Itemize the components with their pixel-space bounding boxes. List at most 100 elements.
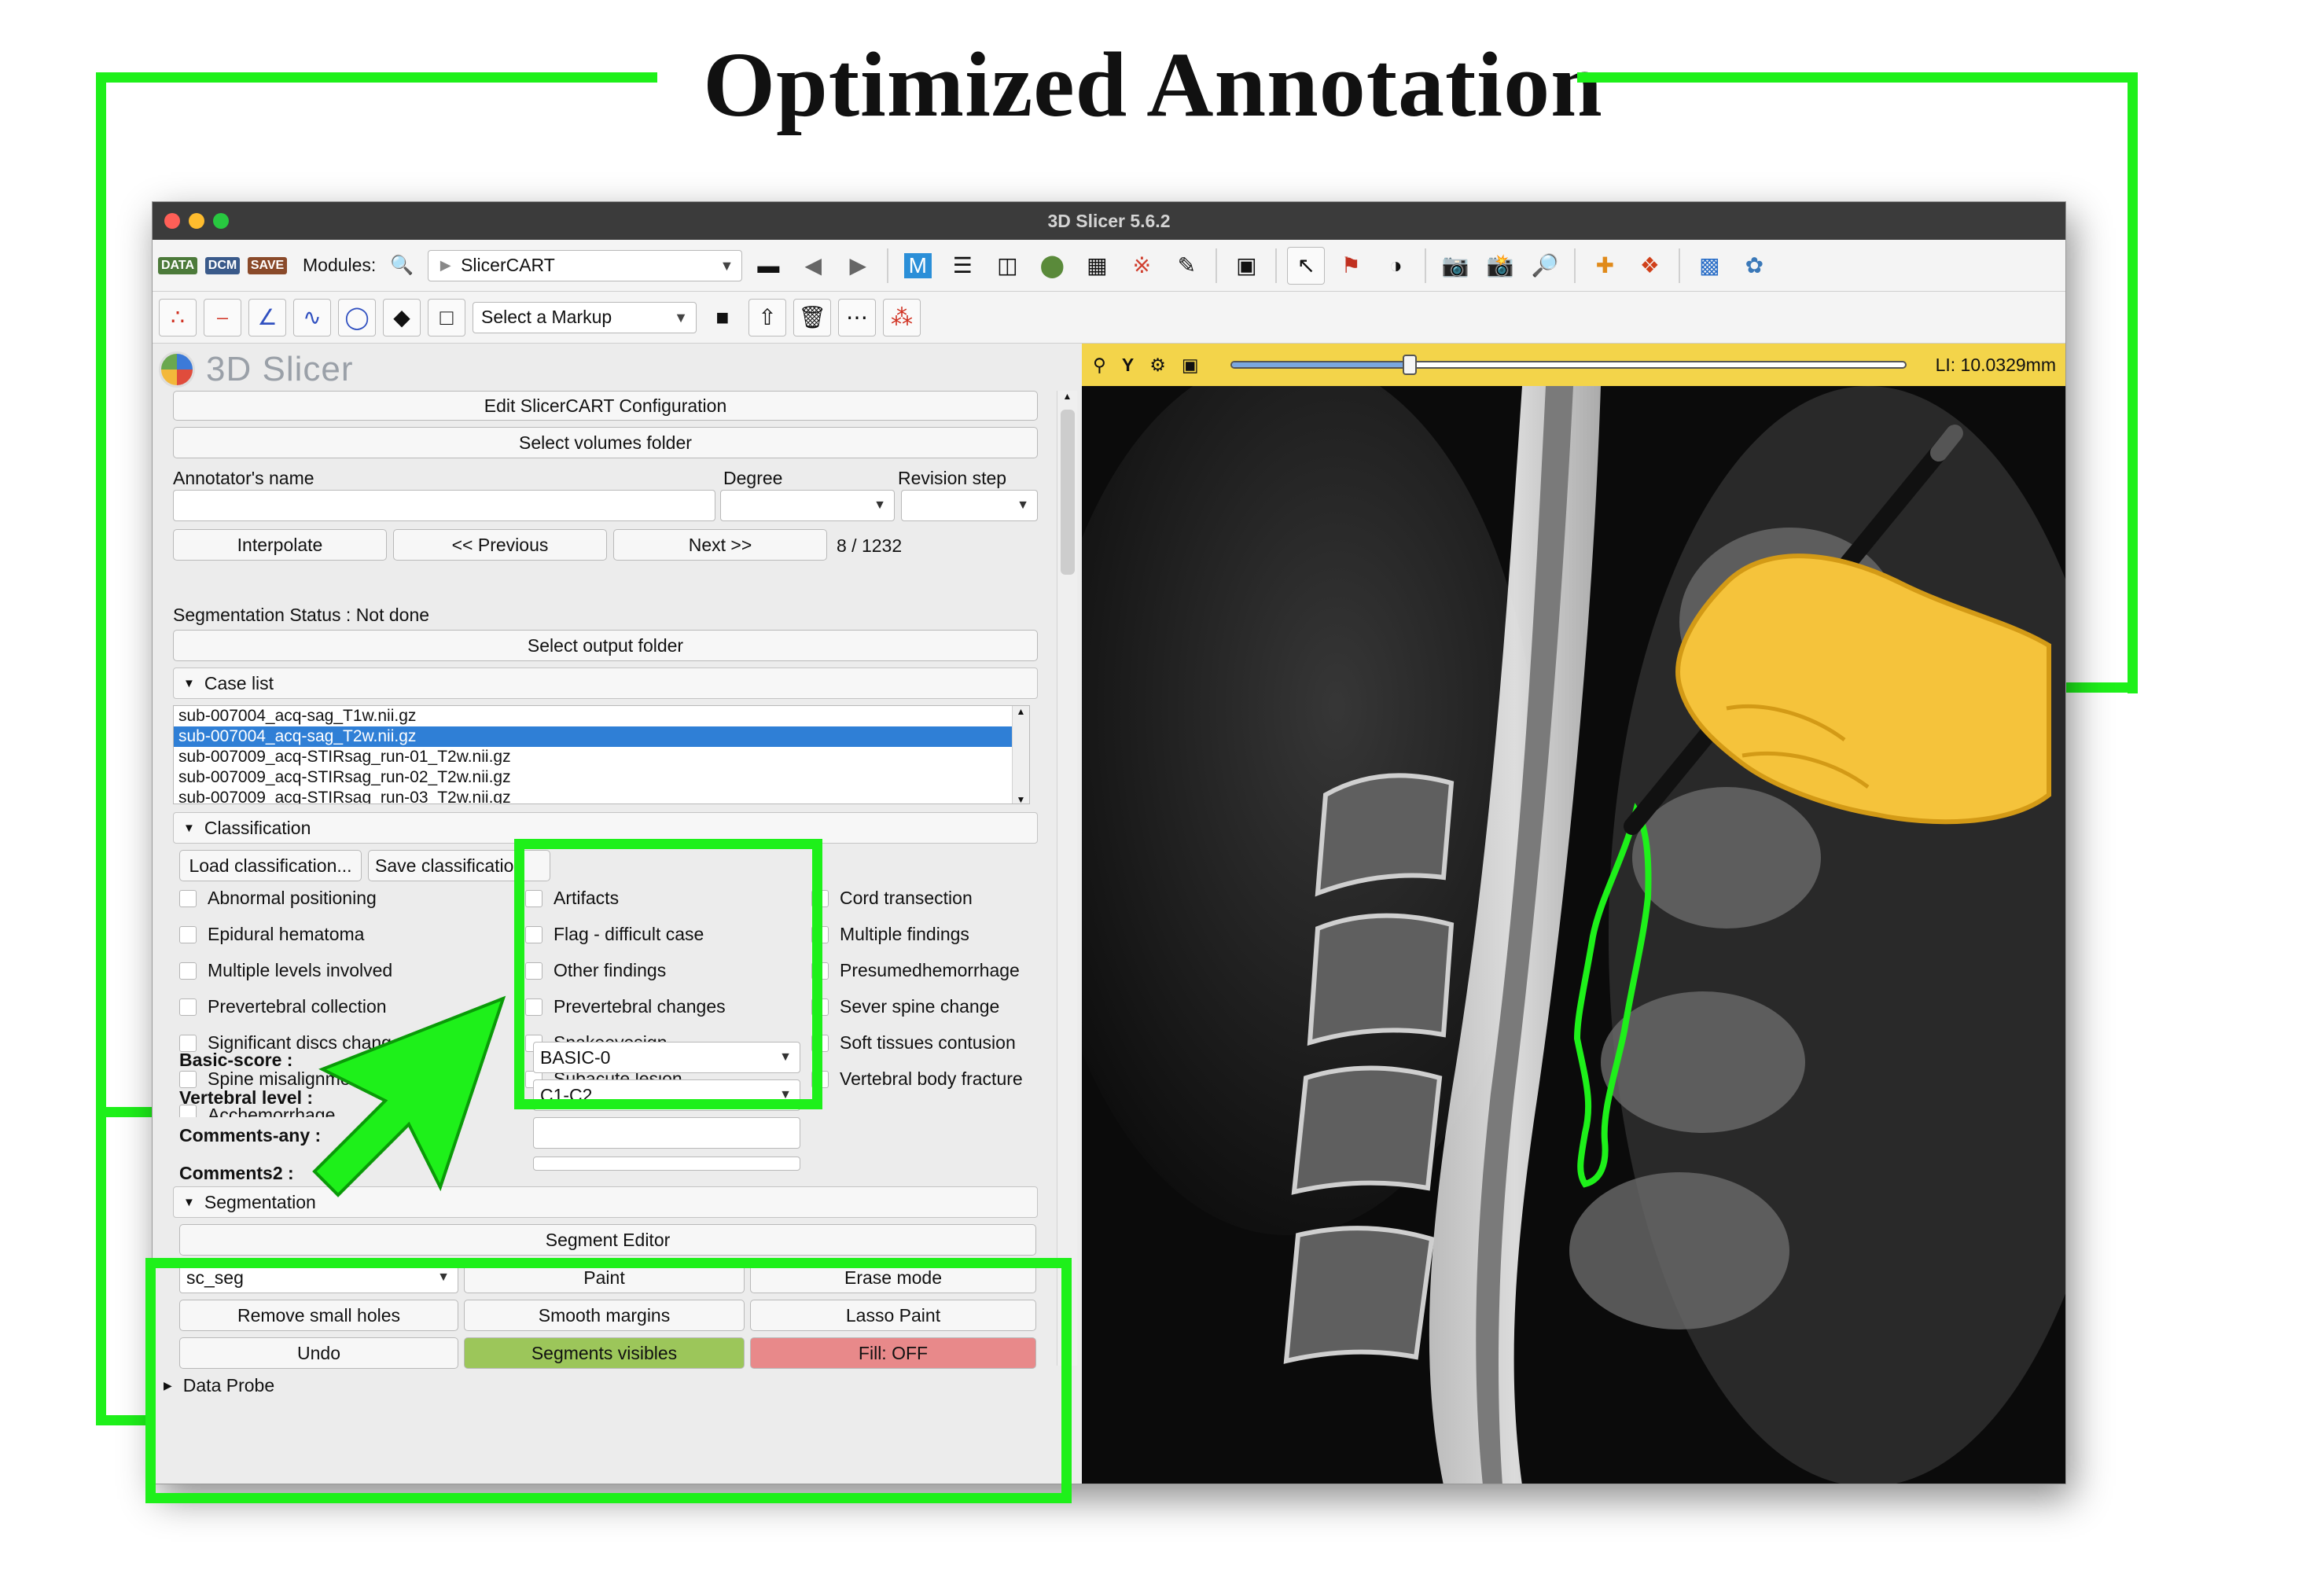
transforms-module-icon[interactable]: ▦ — [1078, 247, 1116, 285]
link-icon[interactable]: ⚙ — [1149, 355, 1166, 376]
classification-checkbox[interactable]: Vertebral body fracture — [811, 1068, 1023, 1090]
comments2-input[interactable] — [533, 1157, 800, 1171]
revision-select[interactable]: ▼ — [901, 490, 1038, 521]
pin-icon[interactable]: ⚲ — [1093, 355, 1106, 376]
forward-arrow-icon[interactable]: ▶ — [839, 247, 877, 285]
dicom-button[interactable]: DCM — [204, 247, 241, 285]
main-toolbar: DATA DCM SAVE Modules: 🔍 ► SlicerCART ▼ … — [153, 240, 2065, 292]
scroll-up-icon[interactable]: ▲ — [1013, 706, 1029, 717]
volumes-module-icon[interactable]: ◫ — [988, 247, 1026, 285]
case-list-header[interactable]: ▼ Case list — [173, 667, 1038, 699]
load-data-button[interactable]: DATA — [157, 247, 198, 285]
curve-markup-icon[interactable]: ∿ — [293, 298, 331, 336]
scene-view-icon[interactable]: 📸 — [1481, 247, 1519, 285]
pointer-mode-icon[interactable]: ↖ — [1287, 246, 1326, 285]
line-markup-icon[interactable]: ⎯ — [204, 298, 241, 336]
data-module-icon[interactable]: ☰ — [943, 247, 981, 285]
place-fiducial-icon[interactable]: ⚑ — [1332, 247, 1370, 285]
slice-intersections-icon[interactable]: ❖ — [1631, 247, 1668, 285]
slicer-logo-icon — [159, 351, 195, 388]
slice-position-readout: LI: 10.0329mm — [1935, 354, 2056, 375]
markup-selector[interactable]: Select a Markup ▼ — [473, 301, 697, 333]
angle-markup-icon[interactable]: ∠ — [248, 298, 286, 336]
window-level-icon[interactable]: ◑ — [1377, 247, 1414, 285]
classification-checkbox[interactable]: Sever spine change — [811, 996, 999, 1017]
case-list[interactable]: sub-007004_acq-sag_T1w.nii.gz sub-007004… — [173, 705, 1030, 804]
module-panel-scrollbar[interactable]: ▲ — [1057, 391, 1077, 1366]
checkbox-label: Presumedhemorrhage — [840, 960, 1020, 980]
collapse-arrow-icon: ▼ — [183, 821, 195, 835]
classification-checkbox[interactable]: Multiple findings — [811, 924, 969, 945]
list-item[interactable]: sub-007009_acq-STIRsag_run-01_T2w.nii.gz — [174, 747, 1029, 767]
classification-checkbox[interactable]: Presumedhemorrhage — [811, 960, 1020, 981]
extensions-icon[interactable]: ▩ — [1690, 247, 1728, 285]
delete-markup-icon[interactable]: 🗑 — [793, 298, 831, 336]
frame-line-right-foot — [2066, 682, 2137, 693]
list-item[interactable]: sub-007009_acq-STIRsag_run-03_T2w.nii.gz — [174, 788, 1029, 804]
modules-label: Modules: — [303, 255, 377, 275]
checkbox-icon[interactable] — [179, 925, 197, 943]
frame-line-left-foot — [96, 1415, 153, 1425]
classification-checkbox[interactable]: Multiple levels involved — [179, 960, 392, 981]
interpolate-button[interactable]: Interpolate — [173, 529, 387, 561]
segment-module-icon[interactable]: ※ — [1123, 247, 1160, 285]
module-history-icon[interactable]: ▬ — [749, 247, 787, 285]
scene-view-search-icon[interactable]: 🔎 — [1526, 247, 1564, 285]
save-button[interactable]: SAVE — [247, 247, 288, 285]
segment-grid-icon[interactable]: ⁂ — [883, 298, 921, 336]
dicom-icon: DCM — [204, 256, 241, 274]
screenshot-icon[interactable]: 📷 — [1436, 247, 1474, 285]
more-options-icon[interactable]: ⋯ — [838, 298, 876, 336]
comments-any-input[interactable] — [533, 1117, 800, 1149]
crosshair-icon[interactable]: ✚ — [1586, 247, 1624, 285]
classification-checkbox[interactable]: Cord transection — [811, 888, 973, 909]
scroll-up-icon[interactable]: ▲ — [1057, 391, 1077, 402]
layout-icon[interactable]: ▣ — [1227, 247, 1265, 285]
slice-offset-slider[interactable] — [1230, 355, 1907, 375]
list-item-selected[interactable]: sub-007004_acq-sag_T2w.nii.gz — [174, 726, 1012, 747]
previous-button[interactable]: << Previous — [393, 529, 607, 561]
markup-selector-value: Select a Markup — [481, 307, 612, 327]
select-volumes-button[interactable]: Select volumes folder — [173, 427, 1038, 458]
stop-icon[interactable]: ■ — [704, 299, 741, 336]
closed-curve-icon[interactable]: ◯ — [338, 298, 376, 336]
scrollbar-thumb[interactable] — [1061, 410, 1075, 575]
collapse-arrow-icon: ▼ — [183, 1195, 195, 1209]
mri-slice-view[interactable] — [1082, 386, 2065, 1484]
degree-select[interactable]: ▼ — [720, 490, 895, 521]
models-module-icon[interactable]: ⬤ — [1033, 247, 1071, 285]
classification-checkbox[interactable]: Abnormal positioning — [179, 888, 377, 909]
plane-markup-icon[interactable]: ◆ — [383, 298, 421, 336]
toolbar-divider — [1275, 248, 1278, 283]
module-selector[interactable]: ► SlicerCART ▼ — [428, 249, 743, 281]
classification-checkbox[interactable]: Soft tissues contusion — [811, 1032, 1016, 1054]
python-console-icon[interactable]: ✿ — [1735, 247, 1773, 285]
list-item[interactable]: sub-007004_acq-sag_T1w.nii.gz — [174, 706, 1029, 726]
persistent-mode-icon[interactable]: ⇧ — [748, 298, 786, 336]
fiducial-point-icon[interactable]: ∴ — [159, 298, 197, 336]
classification-checkbox[interactable]: Epidural hematoma — [179, 924, 364, 945]
module-search-icon[interactable]: 🔍 — [383, 247, 421, 285]
checkbox-icon[interactable] — [179, 998, 197, 1016]
markups-module-icon[interactable]: M — [899, 247, 936, 285]
maximize-view-icon[interactable]: ▣ — [1182, 355, 1199, 376]
back-arrow-icon[interactable]: ◀ — [794, 247, 832, 285]
mri-image — [1082, 386, 2065, 1484]
segment-editor-button[interactable]: Segment Editor — [179, 1224, 1036, 1256]
annotator-label: Annotator's name — [173, 468, 314, 488]
load-classification-button[interactable]: Load classification... — [179, 850, 362, 881]
editor-module-icon[interactable]: ✎ — [1168, 247, 1205, 285]
checkbox-icon[interactable] — [179, 962, 197, 980]
select-output-button[interactable]: Select output folder — [173, 630, 1038, 661]
slider-handle[interactable] — [1403, 355, 1418, 375]
case-list-scrollbar[interactable]: ▲ ▼ — [1012, 706, 1029, 804]
scroll-down-icon[interactable]: ▼ — [1013, 794, 1029, 804]
edit-config-button[interactable]: Edit SlicerCART Configuration — [173, 391, 1038, 421]
list-item[interactable]: sub-007009_acq-STIRsag_run-02_T2w.nii.gz — [174, 767, 1029, 788]
markups-toolbar: ∴ ⎯ ∠ ∿ ◯ ◆ □ Select a Markup ▼ ■ ⇧ 🗑 ⋯ … — [153, 292, 2065, 344]
checkbox-icon[interactable] — [179, 889, 197, 907]
annotator-name-input[interactable] — [173, 490, 715, 521]
next-button[interactable]: Next >> — [613, 529, 827, 561]
checkbox-icon[interactable] — [179, 1070, 197, 1088]
roi-markup-icon[interactable]: □ — [428, 298, 465, 336]
